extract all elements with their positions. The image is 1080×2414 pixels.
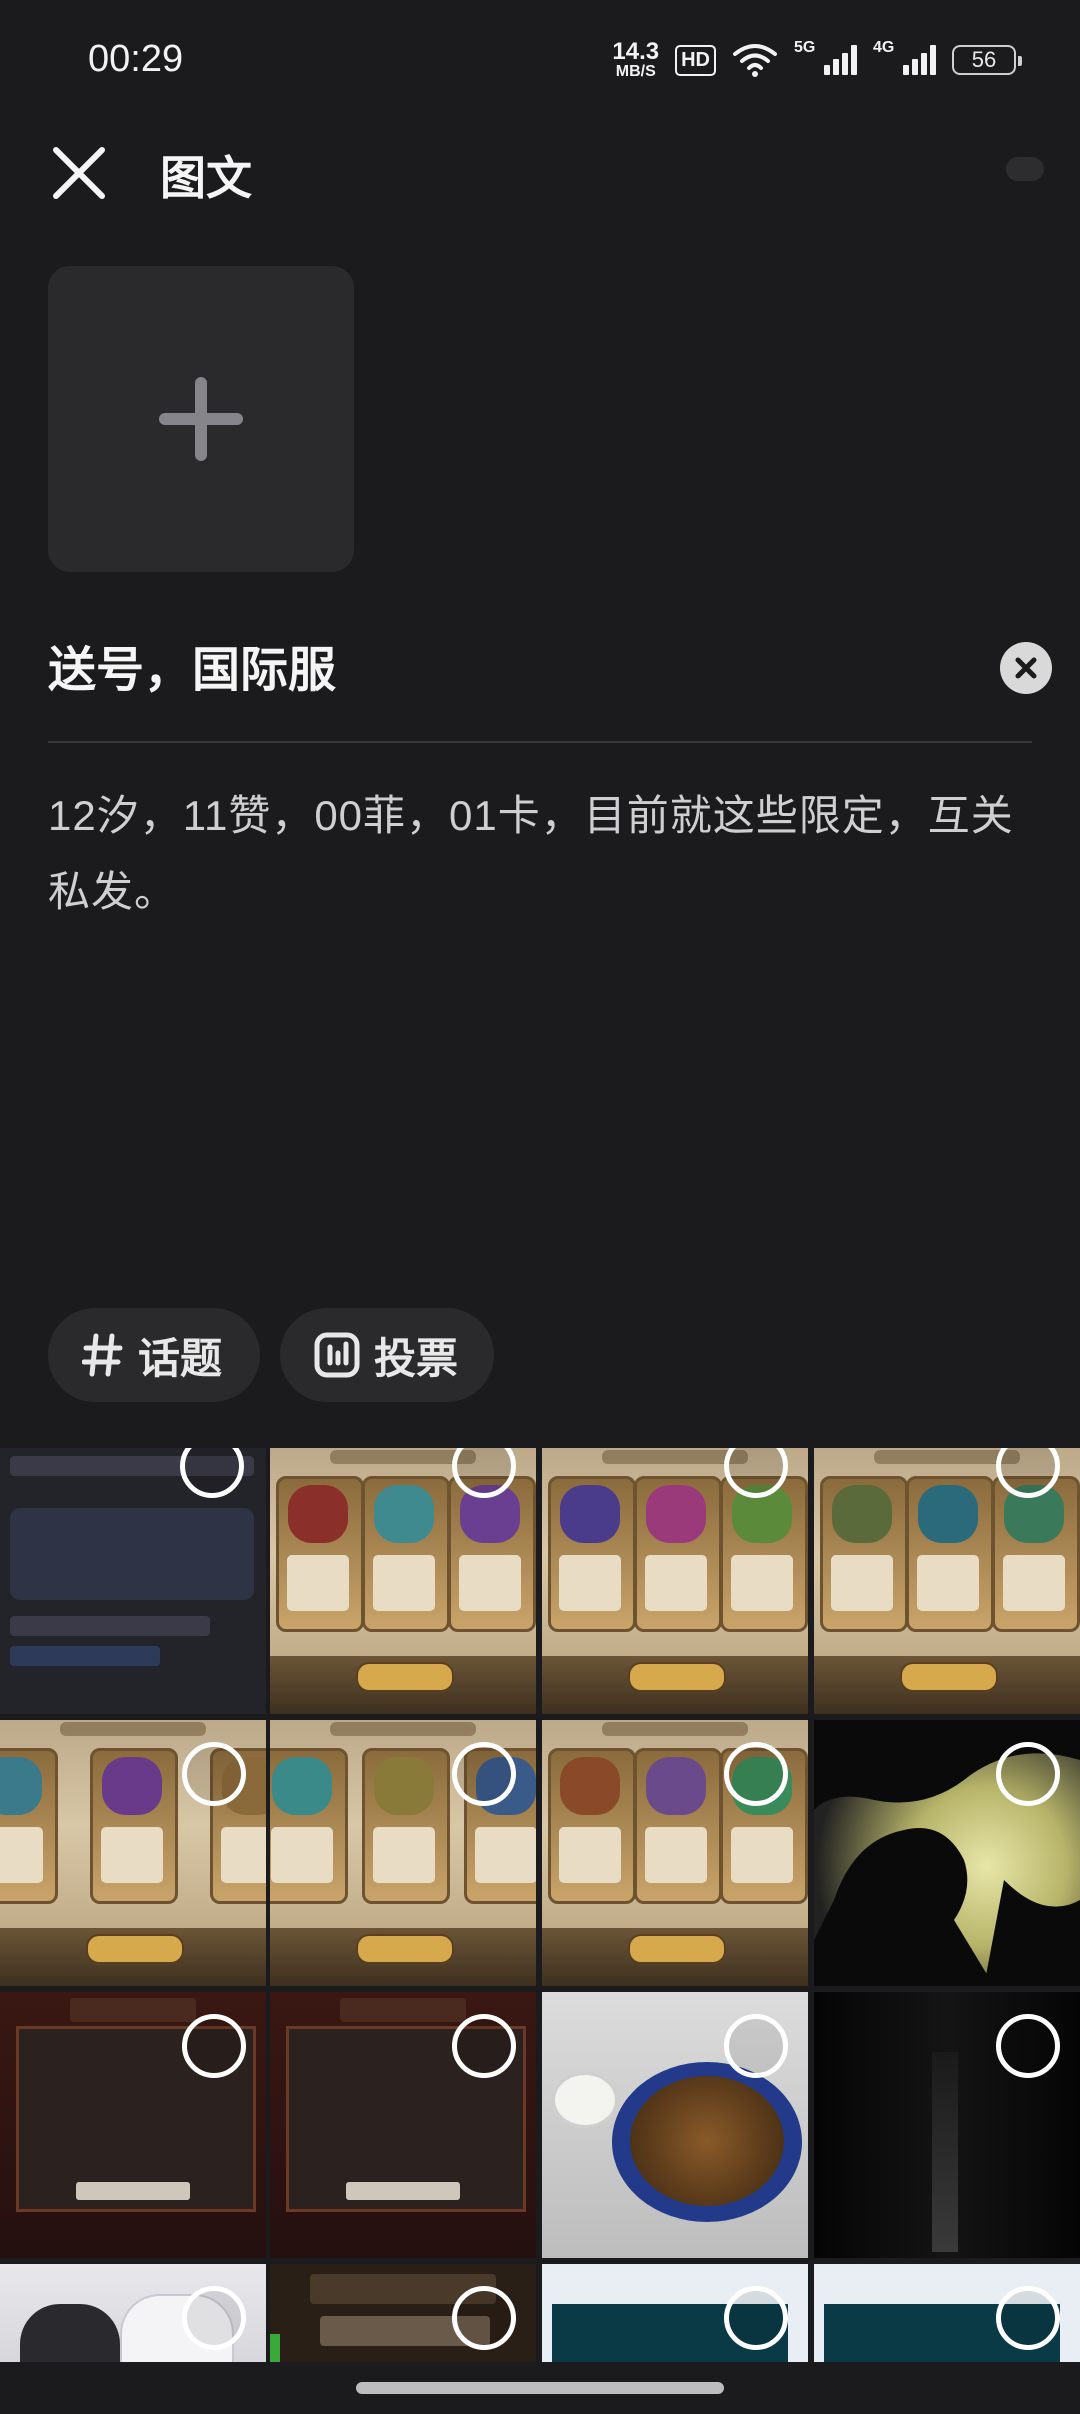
signal-4g-icon: 4G [873,39,936,75]
signal-5g-label: 5G [794,39,816,56]
hash-icon [82,1332,124,1378]
status-icons: 14.3 MB/S HD 5G 4G 56 [612,39,1022,80]
topic-button[interactable]: 话题 [48,1308,260,1402]
add-image-button[interactable] [48,266,354,572]
gallery-photo[interactable] [814,1448,1080,1714]
clear-x-icon [1015,657,1037,679]
close-button[interactable] [44,138,114,208]
signal-4g-label: 4G [873,39,895,56]
gallery-photo[interactable] [542,1992,808,2258]
body-input[interactable]: 12汐，11赞，00菲，01卡，目前就这些限定，互关私发。 [48,778,1038,930]
network-speed-unit: MB/S [615,63,656,80]
gallery-photo[interactable] [814,1720,1080,1986]
gallery-photo[interactable] [270,1720,536,1986]
gallery-photo[interactable] [0,1448,266,1714]
gallery-photo[interactable] [270,2264,536,2362]
select-circle-icon[interactable] [182,2014,246,2078]
vote-button[interactable]: 投票 [280,1308,494,1402]
signal-5g-icon: 5G [794,39,857,75]
gallery-photo[interactable] [542,2264,808,2362]
status-time: 00:29 [88,38,184,80]
status-bar: 00:29 14.3 MB/S HD 5G 4G 56 [0,0,1080,120]
select-circle-icon[interactable] [180,1448,244,1498]
gallery-photo[interactable] [542,1448,808,1714]
select-circle-icon[interactable] [452,2286,516,2350]
close-icon [53,147,105,199]
title-input[interactable]: 送号，国际服 [48,636,968,706]
select-circle-icon[interactable] [182,1742,246,1806]
gallery-photo[interactable] [0,1720,266,1986]
hd-voice-icon: HD [675,44,716,76]
select-circle-icon[interactable] [996,2286,1060,2350]
gallery-photo[interactable] [0,2264,266,2362]
clear-title-button[interactable] [1000,642,1052,694]
gallery-photo[interactable] [270,1448,536,1714]
network-speed: 14.3 MB/S [612,40,659,80]
title-divider [48,741,1032,743]
vote-label: 投票 [374,1334,459,1382]
photo-gallery [0,1448,1080,2362]
topic-label: 话题 [138,1334,223,1382]
network-speed-value: 14.3 [612,38,660,65]
battery-level: 56 [971,47,997,72]
gallery-photo[interactable] [0,1992,266,2258]
battery-icon: 56 [952,45,1022,75]
wifi-icon [733,44,777,77]
gallery-photo[interactable] [814,2264,1080,2362]
gallery-photo[interactable] [542,1720,808,1986]
post-editor-screen: 00:29 14.3 MB/S HD 5G 4G 56 图文 送号，国际服 12… [0,0,1080,2414]
editor-header: 图文 [0,120,1080,220]
select-circle-icon[interactable] [724,1742,788,1806]
select-circle-icon[interactable] [452,1742,516,1806]
page-title: 图文 [160,152,252,204]
select-circle-icon[interactable] [452,2014,516,2078]
gallery-photo[interactable] [270,1992,536,2258]
gallery-photo[interactable] [814,1992,1080,2258]
publish-button[interactable] [1006,157,1044,181]
select-circle-icon[interactable] [996,2014,1060,2078]
home-gesture-handle[interactable] [356,2382,724,2394]
poll-icon [314,1332,360,1378]
select-circle-icon[interactable] [724,2014,788,2078]
navigation-bar [0,2362,1080,2414]
select-circle-icon[interactable] [724,2286,788,2350]
select-circle-icon[interactable] [996,1742,1060,1806]
select-circle-icon[interactable] [182,2286,246,2350]
